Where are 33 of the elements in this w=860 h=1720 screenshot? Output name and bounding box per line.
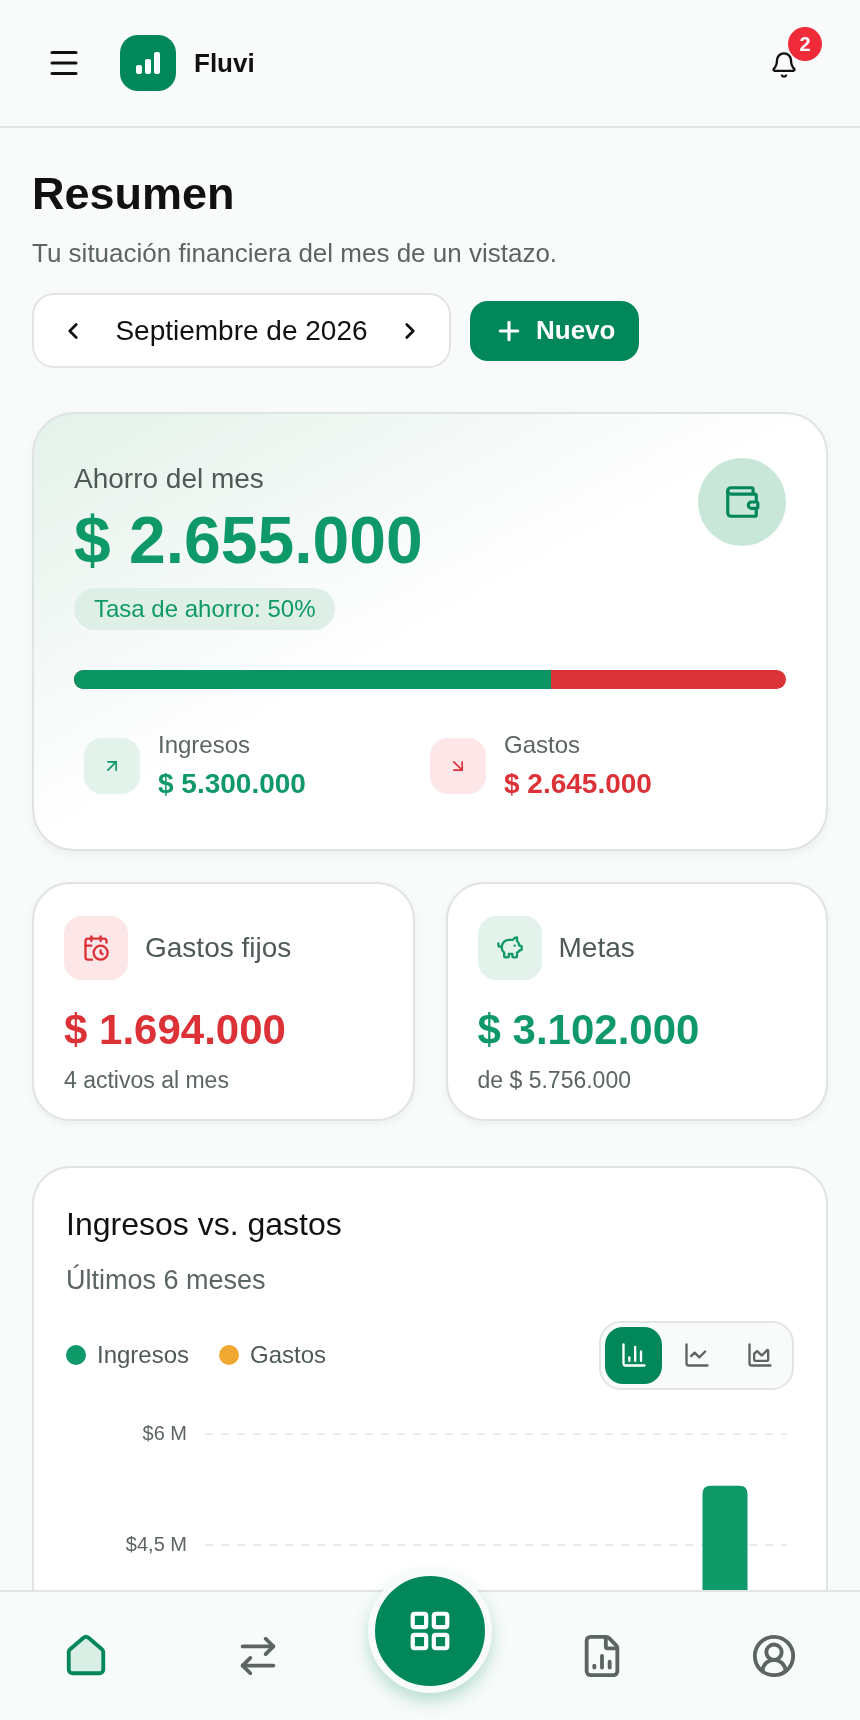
y-axis-label: $4,5 M [125, 1532, 187, 1555]
chart-title: Ingresos vs. gastos [66, 1205, 343, 1244]
bell-icon [770, 51, 798, 79]
chart-subtitle: Últimos 6 meses [66, 1263, 267, 1297]
y-axis-label: $6 M [142, 1421, 187, 1444]
bar-chart-icon[interactable] [605, 1326, 662, 1384]
app-logo [120, 35, 176, 91]
calendar-clock-icon [64, 916, 128, 980]
stat-value: $ 2.645.000 [504, 767, 652, 801]
arrow-down-right-icon [430, 738, 486, 794]
card-note: de $ 5.756.000 [477, 1066, 632, 1095]
savings-label: Ahorro del mes [74, 462, 265, 496]
notifications-button[interactable]: 2 [764, 27, 822, 85]
new-button[interactable]: Nuevo [470, 300, 640, 361]
stat-value: $ 5.300.000 [158, 767, 306, 801]
page-title: Resumen [32, 167, 236, 221]
card-amount: $ 3.102.000 [477, 1005, 701, 1055]
stat-label: Gastos [504, 730, 582, 760]
notification-badge: 2 [788, 27, 822, 61]
page-subtitle: Tu situación financiera del mes de un vistazo. [32, 237, 559, 270]
arrow-up-right-icon [84, 738, 140, 794]
month-label: Septiembre de 2026 [115, 313, 368, 348]
card-title: Gastos fijos [145, 931, 292, 965]
savings-amount: $ 2.655.000 [74, 502, 423, 578]
stat-label: Ingresos [158, 730, 252, 760]
card-note: 4 activos al mes [64, 1066, 230, 1095]
card-amount: $ 1.694.000 [64, 1005, 287, 1055]
legend-label: Gastos [250, 1340, 327, 1370]
piggy-bank-icon [477, 916, 542, 980]
app-name: Fluvi [194, 46, 255, 80]
card-title: Metas [558, 931, 635, 965]
savings-rate-badge: Tasa de ahorro: 50% [74, 588, 336, 630]
legend-label: Ingresos [97, 1340, 190, 1370]
